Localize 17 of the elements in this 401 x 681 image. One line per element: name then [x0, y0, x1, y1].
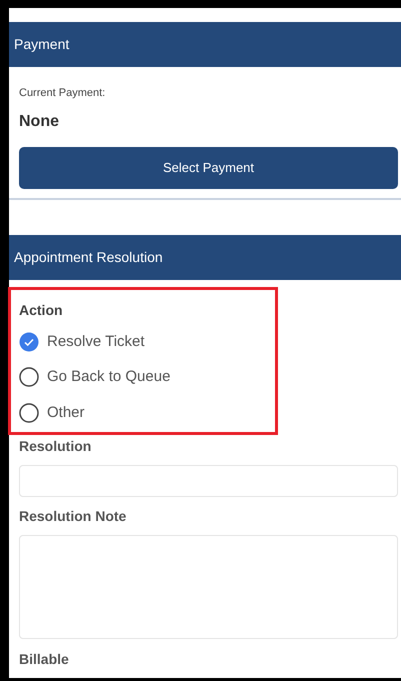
- select-payment-button[interactable]: Select Payment: [19, 146, 398, 188]
- field-label: Resolution Note: [19, 506, 128, 526]
- radio-option[interactable]: Resolve Ticket: [19, 330, 275, 353]
- radio-empty-icon: [19, 367, 39, 388]
- field-label: Action: [19, 300, 64, 320]
- resolution-input-field[interactable]: [19, 464, 398, 496]
- field-label: Resolution: [19, 436, 92, 456]
- radio-option[interactable]: Go Back to Queue: [19, 366, 275, 388]
- field-label: Billable: [19, 650, 70, 668]
- payment-value: None: [19, 112, 60, 132]
- radio-empty-icon: [19, 402, 39, 423]
- resolution-note-field[interactable]: [19, 534, 398, 638]
- radio-option[interactable]: Other: [19, 402, 275, 424]
- section-header: Payment: [9, 22, 401, 67]
- field-label: Current Payment:: [19, 86, 106, 101]
- section-header: Appointment Resolution: [9, 234, 401, 280]
- radio-checked-icon: [19, 332, 39, 352]
